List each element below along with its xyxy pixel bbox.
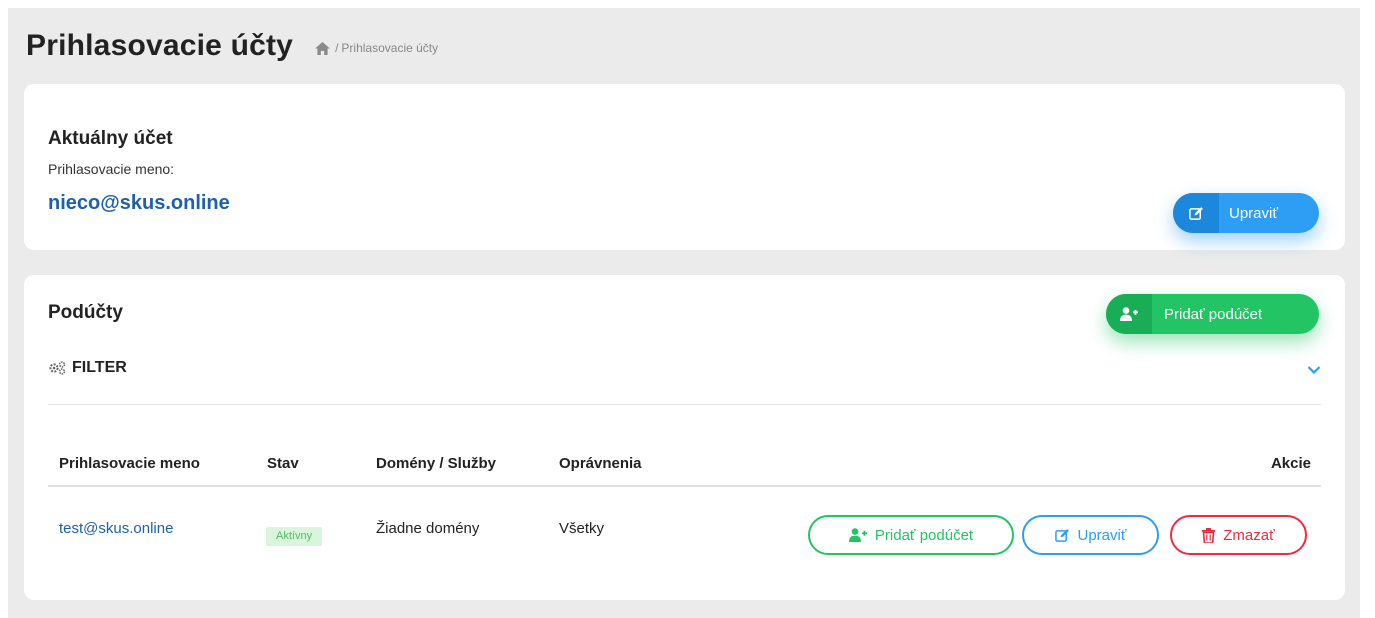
column-header-actions: Akcie xyxy=(1270,455,1311,472)
edit-icon xyxy=(1054,528,1069,542)
row-delete-label: Zmazať xyxy=(1223,526,1275,544)
cogs-icon xyxy=(49,361,66,375)
row-add-subaccount-button[interactable]: Pridať podúčet xyxy=(808,515,1014,555)
home-icon[interactable] xyxy=(315,41,331,55)
row-delete-button[interactable]: Zmazať xyxy=(1170,515,1307,555)
page-title: Prihlasovacie účty xyxy=(26,29,294,62)
row-login-link[interactable]: test@skus.online xyxy=(59,520,173,537)
current-account-email: nieco@skus.online xyxy=(48,192,230,214)
filter-label: FILTER xyxy=(72,359,127,376)
row-edit-label: Upraviť xyxy=(1077,526,1127,544)
filter-divider xyxy=(48,404,1321,405)
column-header-permissions[interactable]: Oprávnenia xyxy=(559,455,642,472)
login-name-label: Prihlasovacie meno: xyxy=(48,161,175,177)
row-edit-button[interactable]: Upraviť xyxy=(1022,515,1159,555)
chevron-down-icon[interactable] xyxy=(1307,365,1321,375)
page-header: Prihlasovacie účty / Prihlasovacie účty xyxy=(26,26,438,66)
row-add-subaccount-label: Pridať podúčet xyxy=(874,526,974,544)
filter-toggle[interactable]: FILTER xyxy=(48,359,127,377)
breadcrumb-current: Prihlasovacie účty xyxy=(341,41,439,55)
row-domains: Žiadne domény xyxy=(376,520,480,537)
column-header-login[interactable]: Prihlasovacie meno xyxy=(59,455,200,472)
breadcrumb-separator: / xyxy=(335,41,339,55)
user-plus-icon xyxy=(1106,294,1152,334)
current-account-heading: Aktuálny účet xyxy=(48,128,173,149)
column-header-status[interactable]: Stav xyxy=(267,455,299,472)
user-plus-icon xyxy=(848,528,867,542)
edit-icon xyxy=(1173,193,1219,233)
breadcrumb: / Prihlasovacie účty xyxy=(315,41,438,55)
current-account-card: Aktuálny účet Prihlasovacie meno: nieco@… xyxy=(24,84,1345,250)
subaccounts-heading: Podúčty xyxy=(48,302,123,323)
content-area: Prihlasovacie účty / Prihlasovacie účty … xyxy=(8,8,1360,618)
add-subaccount-button[interactable]: Pridať podúčet xyxy=(1106,294,1319,334)
edit-account-button-label: Upraviť xyxy=(1229,204,1278,222)
subaccounts-card: Podúčty Pridať podúčet FILTER Prihlasova… xyxy=(24,275,1345,600)
column-header-domains[interactable]: Domény / Služby xyxy=(376,455,496,472)
row-permissions: Všetky xyxy=(559,520,605,537)
edit-account-button[interactable]: Upraviť xyxy=(1173,193,1319,233)
trash-icon xyxy=(1202,527,1216,543)
status-badge: Aktívny xyxy=(266,527,323,546)
add-subaccount-button-label: Pridať podúčet xyxy=(1164,305,1263,323)
table-header-divider xyxy=(48,485,1321,487)
